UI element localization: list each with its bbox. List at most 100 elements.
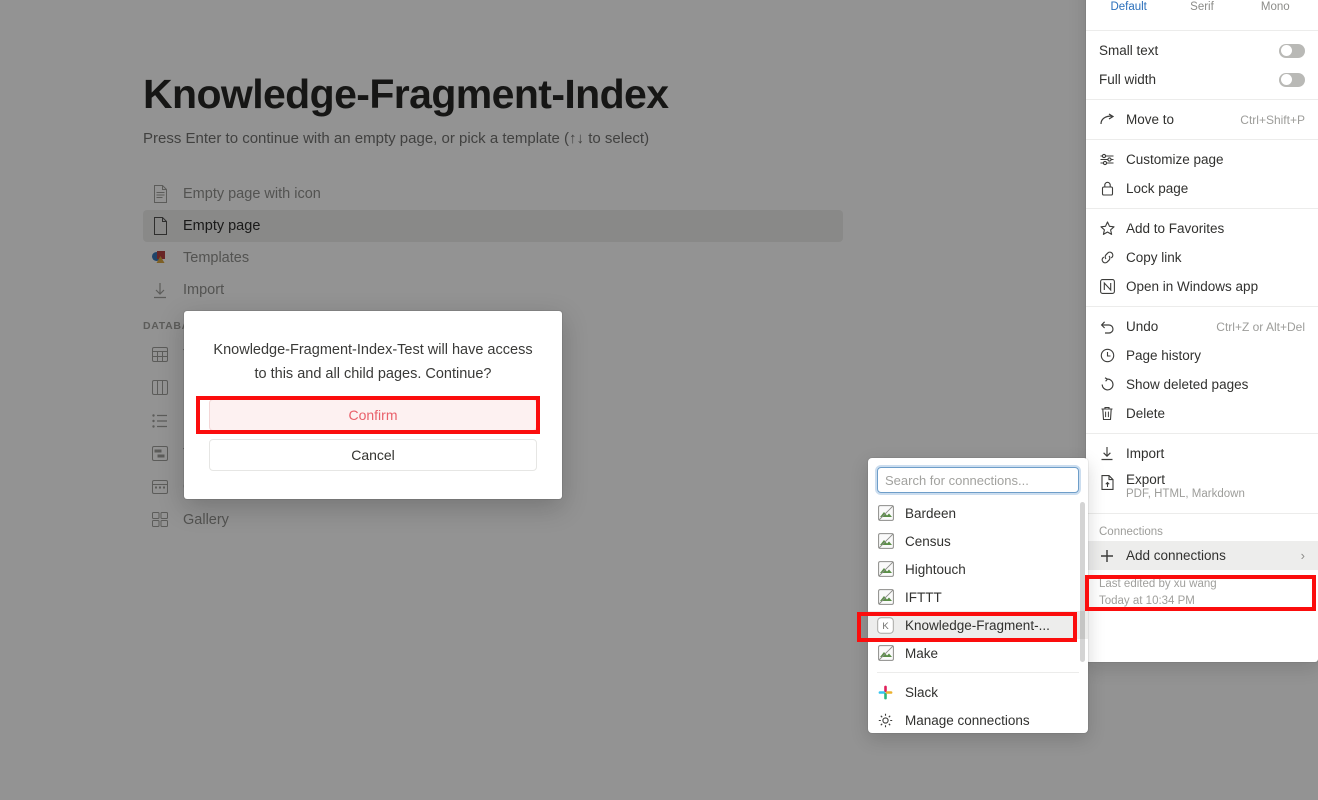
export-sublabel: PDF, HTML, Markdown [1126, 488, 1245, 500]
arrow-move-icon [1099, 112, 1115, 128]
link-icon [1099, 250, 1115, 266]
menu-item-label: Delete [1126, 406, 1166, 421]
download-icon [1099, 446, 1115, 462]
menu-item-import[interactable]: Import [1086, 439, 1318, 468]
connection-item-bardeen[interactable]: Bardeen [868, 499, 1088, 527]
menu-item-open-in-windows-app[interactable]: Open in Windows app [1086, 272, 1318, 301]
add-connections-row[interactable]: Add connections › [1086, 541, 1318, 570]
menu-item-label: Open in Windows app [1126, 279, 1259, 294]
undo-icon [1099, 319, 1115, 335]
connections-search-input[interactable] [875, 465, 1081, 495]
connection-item-knowledge-fragment[interactable]: K Knowledge-Fragment-... [868, 611, 1088, 639]
menu-item-label: Lock page [1126, 181, 1189, 196]
menu-item-customize-page[interactable]: Customize page [1086, 145, 1318, 174]
connection-item-make[interactable]: Make [868, 639, 1088, 667]
menu-item-delete[interactable]: Delete [1086, 399, 1318, 428]
connection-item-census[interactable]: Census [868, 527, 1088, 555]
divider [1086, 30, 1318, 31]
connection-label: Manage connections [905, 712, 1030, 728]
app-root: Knowledge-Fragment-Index Press Enter to … [0, 0, 1318, 800]
star-icon [1099, 221, 1115, 237]
small-text-switch[interactable] [1279, 43, 1305, 58]
divider [1086, 139, 1318, 140]
broken-image-icon [877, 645, 894, 662]
menu-item-move-to[interactable]: Move to Ctrl+Shift+P [1086, 105, 1318, 134]
connection-label: Bardeen [905, 505, 957, 521]
font-option-default[interactable]: Ag Default [1092, 0, 1165, 19]
svg-text:K: K [882, 621, 889, 632]
toggle-small-text[interactable]: Small text [1086, 36, 1318, 65]
sliders-icon [1099, 152, 1115, 168]
menu-item-shortcut: Ctrl+Shift+P [1240, 112, 1305, 127]
connection-label: Census [905, 533, 951, 549]
menu-item-copy-link[interactable]: Copy link [1086, 243, 1318, 272]
menu-item-label: Customize page [1126, 152, 1224, 167]
menu-item-label: Page history [1126, 348, 1202, 363]
font-selector: Ag Default Ag Serif Ag Mono [1086, 0, 1318, 25]
last-edited-block: Last edited by xu wang Today at 10:34 PM [1086, 570, 1318, 610]
gear-icon [877, 712, 894, 729]
menu-item-label: Export [1126, 472, 1166, 487]
clock-history-icon [1099, 348, 1115, 364]
connection-label: Hightouch [905, 561, 966, 577]
menu-item-label: Copy link [1126, 250, 1182, 265]
connection-item-slack[interactable]: Slack [868, 678, 1088, 706]
connection-item-hightouch[interactable]: Hightouch [868, 555, 1088, 583]
divider [1086, 99, 1318, 100]
trash-icon [1099, 406, 1115, 422]
broken-image-icon [877, 505, 894, 522]
connection-label: IFTTT [905, 589, 942, 605]
add-connections-label: Add connections [1126, 548, 1226, 563]
last-edited-time: Today at 10:34 PM [1099, 595, 1195, 607]
lock-icon [1099, 181, 1115, 197]
menu-item-show-deleted-pages[interactable]: Show deleted pages [1086, 370, 1318, 399]
toggle-full-width[interactable]: Full width [1086, 65, 1318, 94]
menu-item-label: Add to Favorites [1126, 221, 1225, 236]
letter-k-icon: K [877, 616, 894, 634]
menu-item-undo[interactable]: Undo Ctrl+Z or Alt+Del [1086, 312, 1318, 341]
divider [877, 672, 1079, 673]
connections-search-wrap [868, 465, 1088, 499]
switch-knob [1280, 74, 1292, 85]
broken-image-icon [877, 589, 894, 606]
chevron-right-icon: › [1300, 548, 1305, 563]
connections-dropdown: Bardeen Census Hightouch IFTTT K Knowled… [868, 458, 1088, 733]
last-edited-by: Last edited by xu wang [1099, 578, 1217, 590]
page-options-sidebar: Ag Default Ag Serif Ag Mono Small text F… [1086, 0, 1318, 662]
divider [1086, 208, 1318, 209]
connections-scrollbar[interactable] [1080, 502, 1085, 662]
menu-item-export[interactable]: Export PDF, HTML, Markdown [1086, 468, 1318, 508]
connection-item-manage-connections[interactable]: Manage connections [868, 706, 1088, 734]
menu-item-shortcut: Ctrl+Z or Alt+Del [1216, 319, 1305, 334]
font-option-mono[interactable]: Ag Mono [1239, 0, 1312, 19]
menu-item-label: Move to [1126, 112, 1175, 127]
menu-item-page-history[interactable]: Page history [1086, 341, 1318, 370]
menu-item-add-to-favorites[interactable]: Add to Favorites [1086, 214, 1318, 243]
font-option-serif[interactable]: Ag Serif [1165, 0, 1238, 19]
cancel-button[interactable]: Cancel [209, 439, 537, 471]
menu-item-label: Undo [1126, 319, 1159, 334]
connections-section-label: Connections [1099, 526, 1163, 538]
restore-icon [1099, 377, 1115, 393]
full-width-switch[interactable] [1279, 72, 1305, 87]
export-text-block: Export PDF, HTML, Markdown [1126, 472, 1245, 500]
font-name: Mono [1260, 1, 1290, 13]
plus-icon [1099, 548, 1115, 564]
slack-icon [877, 684, 894, 701]
font-name: Default [1110, 1, 1147, 13]
connection-item-ifttt[interactable]: IFTTT [868, 583, 1088, 611]
connection-label: Make [905, 645, 939, 661]
broken-image-icon [877, 561, 894, 578]
divider [1086, 306, 1318, 307]
connection-label: Knowledge-Fragment-... [905, 617, 1050, 633]
notion-app-icon [1099, 279, 1115, 295]
confirm-button[interactable]: Confirm [209, 399, 537, 431]
menu-item-lock-page[interactable]: Lock page [1086, 174, 1318, 203]
confirm-access-modal: Knowledge-Fragment-Index-Test will have … [184, 311, 562, 499]
modal-message: Knowledge-Fragment-Index-Test will have … [213, 342, 533, 382]
font-name: Serif [1190, 1, 1214, 13]
divider [1086, 433, 1318, 434]
connection-label: Slack [905, 684, 939, 700]
menu-item-label: Import [1126, 446, 1165, 461]
divider [1086, 513, 1318, 514]
